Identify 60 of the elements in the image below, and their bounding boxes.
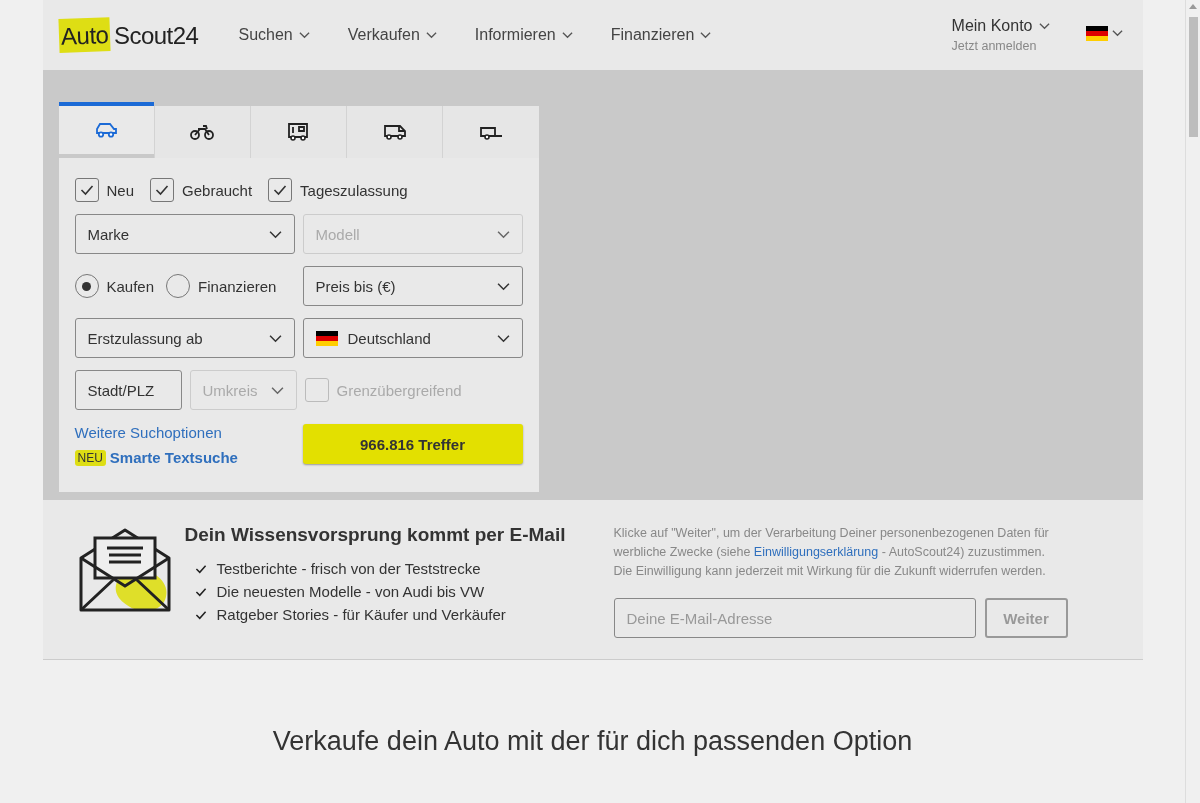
check-icon [194, 586, 207, 597]
checkbox-label: Gebraucht [182, 181, 253, 199]
chevron-down-icon [425, 31, 437, 39]
benefit-text: Die neuesten Modelle - von Audi bis VW [216, 583, 485, 600]
section-title: Verkaufe dein Auto mit der für dich passenden Option [272, 726, 913, 758]
chevron-down-icon [496, 333, 510, 343]
checkbox[interactable] [268, 178, 293, 202]
checkbox-label: Grenzübergreifend [336, 381, 462, 399]
checkmark-icon [273, 184, 288, 196]
account-menu[interactable]: Mein Konto [951, 17, 1050, 35]
chevron-down-icon [268, 333, 282, 343]
benefit-text: Testberichte - frisch von der Teststrecke [216, 560, 481, 577]
german-flag-icon [1085, 25, 1108, 41]
check-icon [194, 563, 207, 574]
chevron-down-icon [268, 229, 282, 239]
city-field[interactable]: Stadt/PLZ [74, 370, 182, 410]
results-button[interactable]: 966.816 Treffer [302, 424, 523, 464]
radio-label: Finanzieren [198, 277, 277, 295]
chevron-down-icon [496, 281, 510, 291]
checkbox-label: Neu [106, 181, 135, 199]
car-icon [94, 120, 119, 140]
logo[interactable]: Auto Scout24 [58, 18, 199, 52]
checkbox[interactable] [150, 178, 175, 202]
nav-menu-item[interactable]: Informieren [458, 26, 589, 44]
chevron-down-icon [1111, 29, 1123, 37]
benefit-text: Ratgeber Stories - für Käufer und Verkäufer [216, 606, 506, 623]
checkbox[interactable] [74, 178, 99, 202]
nav-menu-item[interactable]: Finanzieren [594, 26, 728, 44]
language-selector[interactable] [1085, 25, 1123, 41]
camper-icon [286, 122, 311, 142]
new-badge: NEU [74, 449, 106, 466]
vehicle-tab[interactable] [58, 102, 154, 154]
dropdown[interactable]: Marke [74, 214, 295, 254]
chevron-down-icon [298, 31, 310, 39]
consent-note: Die Einwilligung kann jederzeit mit Wirkung für die Zukunft widerrufen werden. [613, 563, 1047, 580]
chevron-down-icon [700, 31, 712, 39]
consent-link[interactable]: Einwilligungserklärung [753, 545, 879, 559]
dropdown[interactable]: Erstzulassung ab [74, 318, 295, 358]
dropdown[interactable]: Preis bis (€) [302, 266, 523, 306]
nav-menu-item[interactable]: Verkaufen [331, 26, 453, 44]
nav-menu-item[interactable]: Suchen [222, 26, 326, 44]
smart-search-link[interactable]: Smarte Textsuche [109, 449, 238, 466]
van-icon [382, 122, 407, 142]
chevron-down-icon [1038, 22, 1050, 30]
radio-label: Kaufen [106, 277, 155, 295]
chevron-down-icon [561, 31, 573, 39]
checkmark-icon [155, 184, 170, 196]
more-options-link[interactable]: Weitere Suchoptionen [74, 424, 295, 441]
consent-text: Klicke auf "Weiter", um der Verarbeitung Deiner personenbezogenen Daten für werbliche Zwecke (siehe Einwilligungserklärung - AutoScout24) zuzustimmen. [613, 525, 1050, 561]
checkbox-label: Tageszulassung [300, 181, 408, 199]
scrollbar[interactable] [1185, 0, 1200, 803]
chevron-down-icon [496, 229, 510, 239]
motorbike-icon [190, 122, 215, 142]
checkmark-icon [79, 184, 94, 196]
chevron-down-icon [270, 385, 284, 395]
german-flag-icon [315, 330, 338, 346]
email-field[interactable]: Deine E-Mail-Adresse [613, 598, 976, 638]
check-icon [194, 609, 207, 620]
dropdown[interactable]: Deutschland [302, 318, 523, 358]
newsletter-title: Dein Wissensvorsprung kommt per E-Mail [184, 524, 567, 546]
